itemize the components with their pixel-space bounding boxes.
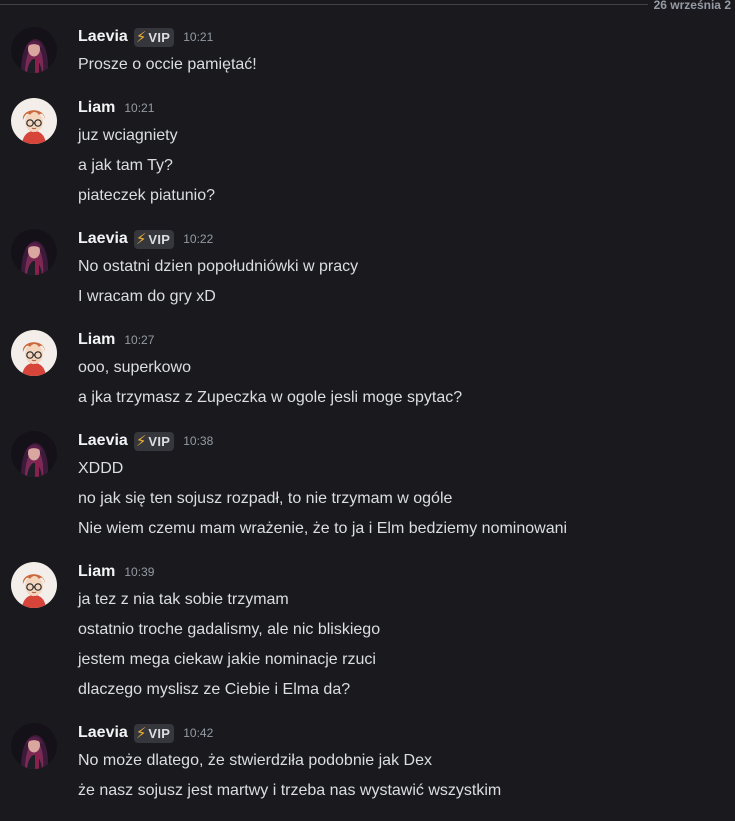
avatar-liam[interactable] — [11, 562, 57, 608]
message-group: Laevia ⚡ VIP 10:22 No ostatni dzien popołudn… — [0, 226, 735, 312]
timestamp[interactable]: 10:42 — [183, 726, 213, 740]
message-text: a jak tam Ty? — [78, 157, 173, 174]
message-text: Prosze o occie pamiętać! — [78, 56, 257, 73]
username[interactable]: Laevia — [78, 28, 128, 46]
message-text: No ostatni dzien popołudniówki w pracy — [78, 258, 359, 275]
message-text: jestem mega ciekaw jakie nominacje rzuci — [78, 651, 376, 668]
username[interactable]: Liam — [78, 99, 115, 117]
username[interactable]: Liam — [78, 563, 115, 581]
vip-badge[interactable]: ⚡ VIP — [133, 723, 175, 743]
message-group: Liam 10:39 ja tez z nia tak sobie trzymam o… — [0, 559, 735, 705]
message-text: ja tez z nia tak sobie trzymam — [78, 591, 289, 608]
message-text: a jka trzymasz z Zupeczka w ogole jesli … — [78, 389, 463, 406]
username[interactable]: Laevia — [78, 432, 128, 450]
avatar-liam[interactable] — [11, 330, 57, 376]
vip-badge-label: VIP — [148, 29, 171, 45]
message-list: Laevia ⚡ VIP 10:21 Prosze o occie pamiętać! … — [0, 24, 735, 821]
avatar-laevia[interactable] — [11, 723, 57, 769]
message-text: dlaczego myslisz ze Ciebie i Elma da? — [78, 681, 351, 698]
date-divider-label: 26 września 2 — [647, 0, 735, 12]
vip-badge-label: VIP — [148, 725, 171, 741]
message-header: Laevia ⚡ VIP 10:21 — [78, 24, 725, 50]
message-group: Liam 10:27 ooo, superkowo a jka trzymasz z … — [0, 327, 735, 413]
message-text: XDDD — [78, 460, 124, 477]
timestamp[interactable]: 10:27 — [124, 333, 154, 347]
lightning-bolt-icon: ⚡ — [135, 230, 147, 248]
message-group: Laevia ⚡ VIP 10:21 Prosze o occie pamiętać! — [0, 24, 735, 80]
vip-badge[interactable]: ⚡ VIP — [133, 229, 175, 249]
timestamp[interactable]: 10:22 — [183, 232, 213, 246]
message-text: no jak się ten sojusz rozpadł, to nie tr… — [78, 490, 453, 507]
message-group: Laevia ⚡ VIP 10:38 XDDD no jak się ten sojusz… — [0, 428, 735, 544]
message-header: Liam 10:39 — [78, 559, 725, 585]
message-header: Liam 10:27 — [78, 327, 725, 353]
message-text: No może dlatego, że stwierdziła podobnie… — [78, 752, 432, 769]
message-text: I wracam do gry xD — [78, 288, 216, 305]
username[interactable]: Laevia — [78, 724, 128, 742]
vip-badge[interactable]: ⚡ VIP — [133, 27, 175, 47]
message-group: Liam 10:21 juz wciagniety a jak tam Ty? piat… — [0, 95, 735, 211]
vip-badge[interactable]: ⚡ VIP — [133, 431, 175, 451]
date-divider: 26 września 2 — [0, 0, 735, 12]
message-header: Laevia ⚡ VIP 10:42 — [78, 720, 725, 746]
message-header: Liam 10:21 — [78, 95, 725, 121]
timestamp[interactable]: 10:21 — [183, 30, 213, 44]
timestamp[interactable]: 10:21 — [124, 101, 154, 115]
message-text: juz wciagniety — [78, 127, 178, 144]
avatar-laevia[interactable] — [11, 431, 57, 477]
username[interactable]: Laevia — [78, 230, 128, 248]
message-text: ostatnio troche gadalismy, ale nic blisk… — [78, 621, 381, 638]
avatar-laevia[interactable] — [11, 27, 57, 73]
lightning-bolt-icon: ⚡ — [135, 724, 147, 742]
timestamp[interactable]: 10:39 — [124, 565, 154, 579]
username[interactable]: Liam — [78, 331, 115, 349]
avatar-laevia[interactable] — [11, 229, 57, 275]
message-text: Nie wiem czemu mam wrażenie, że to ja i … — [78, 520, 568, 537]
vip-badge-label: VIP — [148, 231, 171, 247]
avatar-liam[interactable] — [11, 98, 57, 144]
message-text: ooo, superkowo — [78, 359, 191, 376]
vip-badge-label: VIP — [148, 433, 171, 449]
message-header: Laevia ⚡ VIP 10:22 — [78, 226, 725, 252]
message-text: że nasz sojusz jest martwy i trzeba nas … — [78, 782, 502, 799]
lightning-bolt-icon: ⚡ — [135, 432, 147, 450]
message-header: Laevia ⚡ VIP 10:38 — [78, 428, 725, 454]
message-group: Laevia ⚡ VIP 10:42 No może dlatego, że stwie… — [0, 720, 735, 806]
timestamp[interactable]: 10:38 — [183, 434, 213, 448]
lightning-bolt-icon: ⚡ — [135, 28, 147, 46]
message-text: piateczek piatunio? — [78, 187, 215, 204]
